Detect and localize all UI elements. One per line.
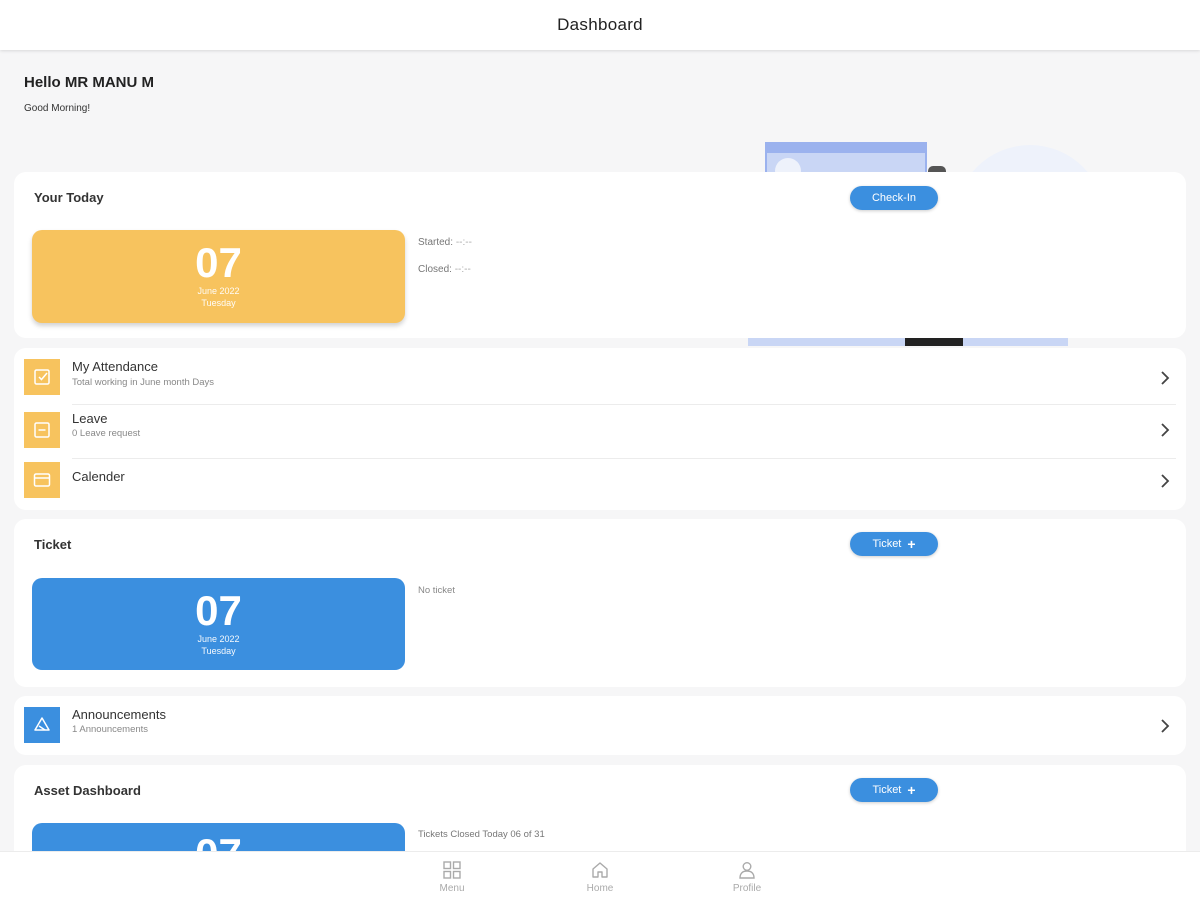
add-ticket-label: Ticket: [872, 538, 902, 550]
list-item-label: Announcements: [72, 707, 166, 722]
today-title: Your Today: [34, 190, 104, 205]
list-item-label: Leave: [72, 411, 108, 426]
greeting-message: Good Morning!: [24, 103, 91, 114]
closed-value: --:--: [454, 264, 471, 275]
user-icon: [739, 862, 755, 879]
ticket-card: Ticket Ticket + 07 June 2022 Tuesday No …: [14, 519, 1186, 687]
add-ticket-button[interactable]: Ticket +: [850, 532, 938, 556]
no-ticket-text: No ticket: [418, 585, 455, 596]
started-line: Started: --:--: [418, 237, 472, 248]
check-in-button[interactable]: Check-In: [850, 186, 938, 210]
list-item-leave[interactable]: Leave 0 Leave request: [14, 404, 1186, 456]
bottom-navigation: Menu Home Profile: [0, 851, 1200, 900]
menu-list-card: My Attendance Total working in June mont…: [14, 348, 1186, 510]
closed-line: Closed: --:--: [418, 264, 472, 275]
today-date-day: 07: [195, 239, 242, 286]
list-item-sublabel: 1 Announcements: [72, 724, 149, 735]
asset-title: Asset Dashboard: [34, 783, 141, 798]
check-square-icon: [24, 359, 60, 395]
chevron-right-icon: [1161, 371, 1170, 385]
nav-item-profile[interactable]: Profile: [717, 860, 777, 894]
today-date-month: June 2022: [197, 286, 240, 296]
nav-item-home[interactable]: Home: [570, 860, 630, 894]
illustration-base-dark: [905, 338, 963, 346]
greeting-hello: Hello MR MANU M: [24, 74, 154, 91]
home-icon: [592, 862, 608, 878]
minus-square-icon: [24, 412, 60, 448]
illustration-base: [748, 338, 1068, 346]
announcements-card: Announcements 1 Announcements: [14, 696, 1186, 755]
list-item-calender[interactable]: Calender: [14, 458, 1186, 510]
grid-icon: [443, 861, 461, 879]
today-times: Started: --:-- Closed: --:--: [418, 237, 472, 291]
illustration-window-bar: [767, 144, 925, 153]
nav-item-menu[interactable]: Menu: [422, 860, 482, 894]
nav-item-label: Menu: [439, 883, 465, 894]
list-item-label: My Attendance: [72, 359, 158, 374]
ticket-title: Ticket: [34, 537, 72, 552]
card-icon: [24, 462, 60, 498]
plus-icon: +: [907, 782, 916, 798]
plus-icon: +: [907, 536, 916, 552]
today-date-box: 07 June 2022 Tuesday: [32, 230, 405, 323]
ticket-date-day: 07: [195, 587, 242, 634]
list-item-announcements[interactable]: Announcements 1 Announcements: [14, 699, 1186, 751]
asset-ticket-button[interactable]: Ticket +: [850, 778, 938, 802]
list-item-attendance[interactable]: My Attendance Total working in June mont…: [14, 350, 1186, 402]
list-item-sublabel: 0 Leave request: [72, 428, 141, 439]
top-app-bar: Dashboard: [0, 0, 1200, 50]
chevron-right-icon: [1161, 423, 1170, 437]
asset-ticket-label: Ticket: [872, 784, 902, 796]
chevron-right-icon: [1161, 474, 1170, 488]
ticket-date-box: 07 June 2022 Tuesday: [32, 578, 405, 670]
greeting: Hello MR MANU M Good Morning!: [24, 74, 154, 114]
today-card: Your Today Check-In 07 June 2022 Tuesday…: [14, 172, 1186, 338]
ticket-date-month: June 2022: [197, 634, 240, 644]
started-label: Started:: [418, 237, 454, 248]
announcement-icon: [24, 707, 60, 743]
tickets-closed-text: Tickets Closed Today 06 of 31: [418, 829, 545, 840]
chevron-right-icon: [1161, 719, 1170, 733]
nav-item-label: Home: [586, 883, 614, 894]
closed-label: Closed:: [418, 264, 452, 275]
list-item-label: Calender: [72, 469, 125, 484]
started-value: --:--: [455, 237, 472, 248]
nav-item-label: Profile: [732, 883, 762, 894]
page-title: Dashboard: [557, 15, 643, 34]
list-item-sublabel: Total working in June month Days: [72, 377, 215, 388]
today-date-weekday: Tuesday: [201, 298, 236, 308]
check-in-label: Check-In: [871, 192, 917, 204]
ticket-date-weekday: Tuesday: [201, 646, 236, 656]
